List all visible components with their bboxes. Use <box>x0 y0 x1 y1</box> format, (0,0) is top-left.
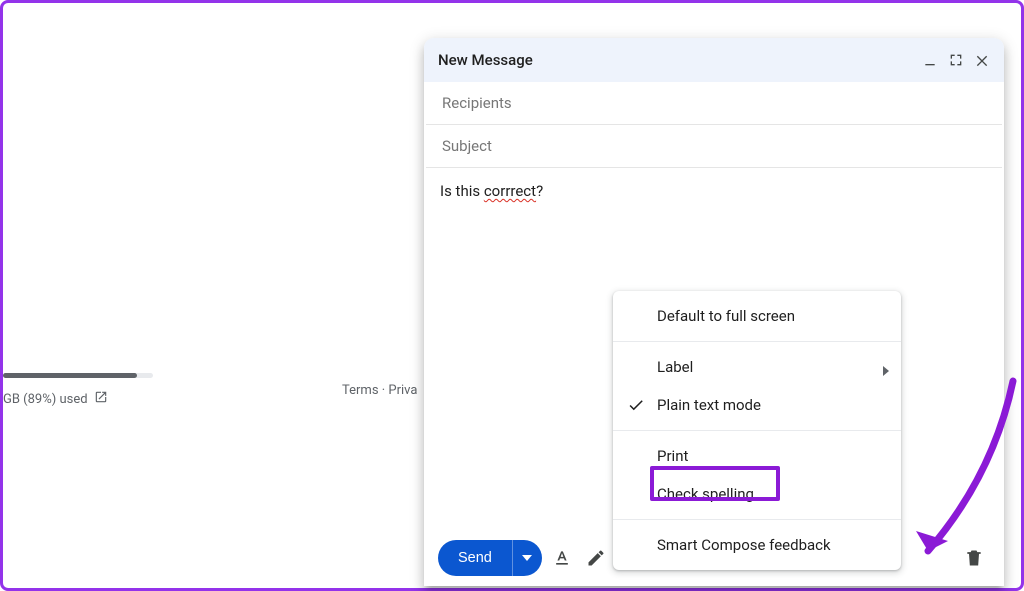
compose-title: New Message <box>438 51 533 69</box>
menu-item-label: Smart Compose feedback <box>657 536 831 554</box>
storage-bar-fill <box>3 373 137 378</box>
menu-item-label: Print <box>657 447 688 465</box>
menu-item-label: Default to full screen <box>657 307 795 325</box>
chevron-right-icon <box>881 362 891 372</box>
storage-usage-block: GB (89%) used <box>3 373 163 408</box>
menu-smart-compose-feedback[interactable]: Smart Compose feedback <box>613 526 901 564</box>
send-button-group: Send <box>438 540 542 576</box>
compose-header[interactable]: New Message <box>424 38 1004 82</box>
menu-plain-text[interactable]: Plain text mode <box>613 386 901 424</box>
menu-default-fullscreen[interactable]: Default to full screen <box>613 297 901 335</box>
trash-icon[interactable] <box>960 544 988 572</box>
body-text-prefix: Is this <box>440 182 484 200</box>
menu-divider <box>613 430 901 431</box>
body-text-misspelled: corrrect <box>484 182 536 200</box>
menu-print[interactable]: Print <box>613 437 901 475</box>
minimize-icon[interactable] <box>922 52 938 68</box>
recipients-field[interactable]: Recipients <box>426 82 1002 125</box>
menu-item-label: Check spelling <box>657 485 754 503</box>
formatting-icon[interactable] <box>548 544 576 572</box>
subject-field[interactable]: Subject <box>426 125 1002 168</box>
check-icon <box>627 396 645 414</box>
pen-icon[interactable] <box>582 544 610 572</box>
open-in-new-icon[interactable] <box>94 390 108 408</box>
storage-bar <box>3 373 153 378</box>
body-text-suffix: ? <box>536 182 543 200</box>
fullscreen-icon[interactable] <box>948 52 964 68</box>
menu-divider <box>613 341 901 342</box>
send-more-button[interactable] <box>512 540 542 576</box>
menu-divider <box>613 519 901 520</box>
menu-check-spelling[interactable]: Check spelling <box>613 475 901 513</box>
more-options-menu: Default to full screen Label Plain text … <box>613 291 901 570</box>
send-button[interactable]: Send <box>438 540 512 576</box>
menu-item-label: Label <box>657 358 693 376</box>
footer-links[interactable]: Terms · Priva <box>342 383 417 398</box>
storage-text: GB (89%) used <box>3 392 88 407</box>
menu-item-label: Plain text mode <box>657 396 761 414</box>
menu-label[interactable]: Label <box>613 348 901 386</box>
close-icon[interactable] <box>974 52 990 68</box>
